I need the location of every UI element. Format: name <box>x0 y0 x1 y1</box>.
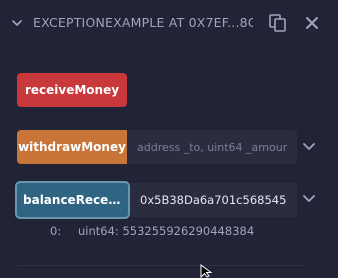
close-icon[interactable] <box>305 16 319 30</box>
chevron-down-icon[interactable] <box>302 194 316 204</box>
result-value: uint64: 553255926290448384 <box>78 224 255 238</box>
copy-icon[interactable] <box>268 13 288 33</box>
call-result: 0: uint64: 553255926290448384 <box>50 224 254 238</box>
receive-money-button[interactable]: receiveMoney <box>17 73 127 107</box>
balance-received-input[interactable] <box>130 183 297 217</box>
contract-header: EXCEPTIONEXAMPLE AT 0X7EF...8CB47 <box>0 0 338 46</box>
result-index: 0: <box>50 224 62 238</box>
chevron-down-icon[interactable] <box>11 17 23 29</box>
contract-title: EXCEPTIONEXAMPLE AT 0X7EF...8CB47 <box>33 15 253 30</box>
withdraw-money-button[interactable]: withdrawMoney <box>17 130 127 164</box>
balance-received-button[interactable]: balanceReceived <box>15 181 130 219</box>
mouse-cursor-icon <box>200 264 213 278</box>
divider <box>17 265 306 266</box>
withdraw-money-input[interactable] <box>127 130 297 164</box>
chevron-down-icon[interactable] <box>302 142 316 152</box>
